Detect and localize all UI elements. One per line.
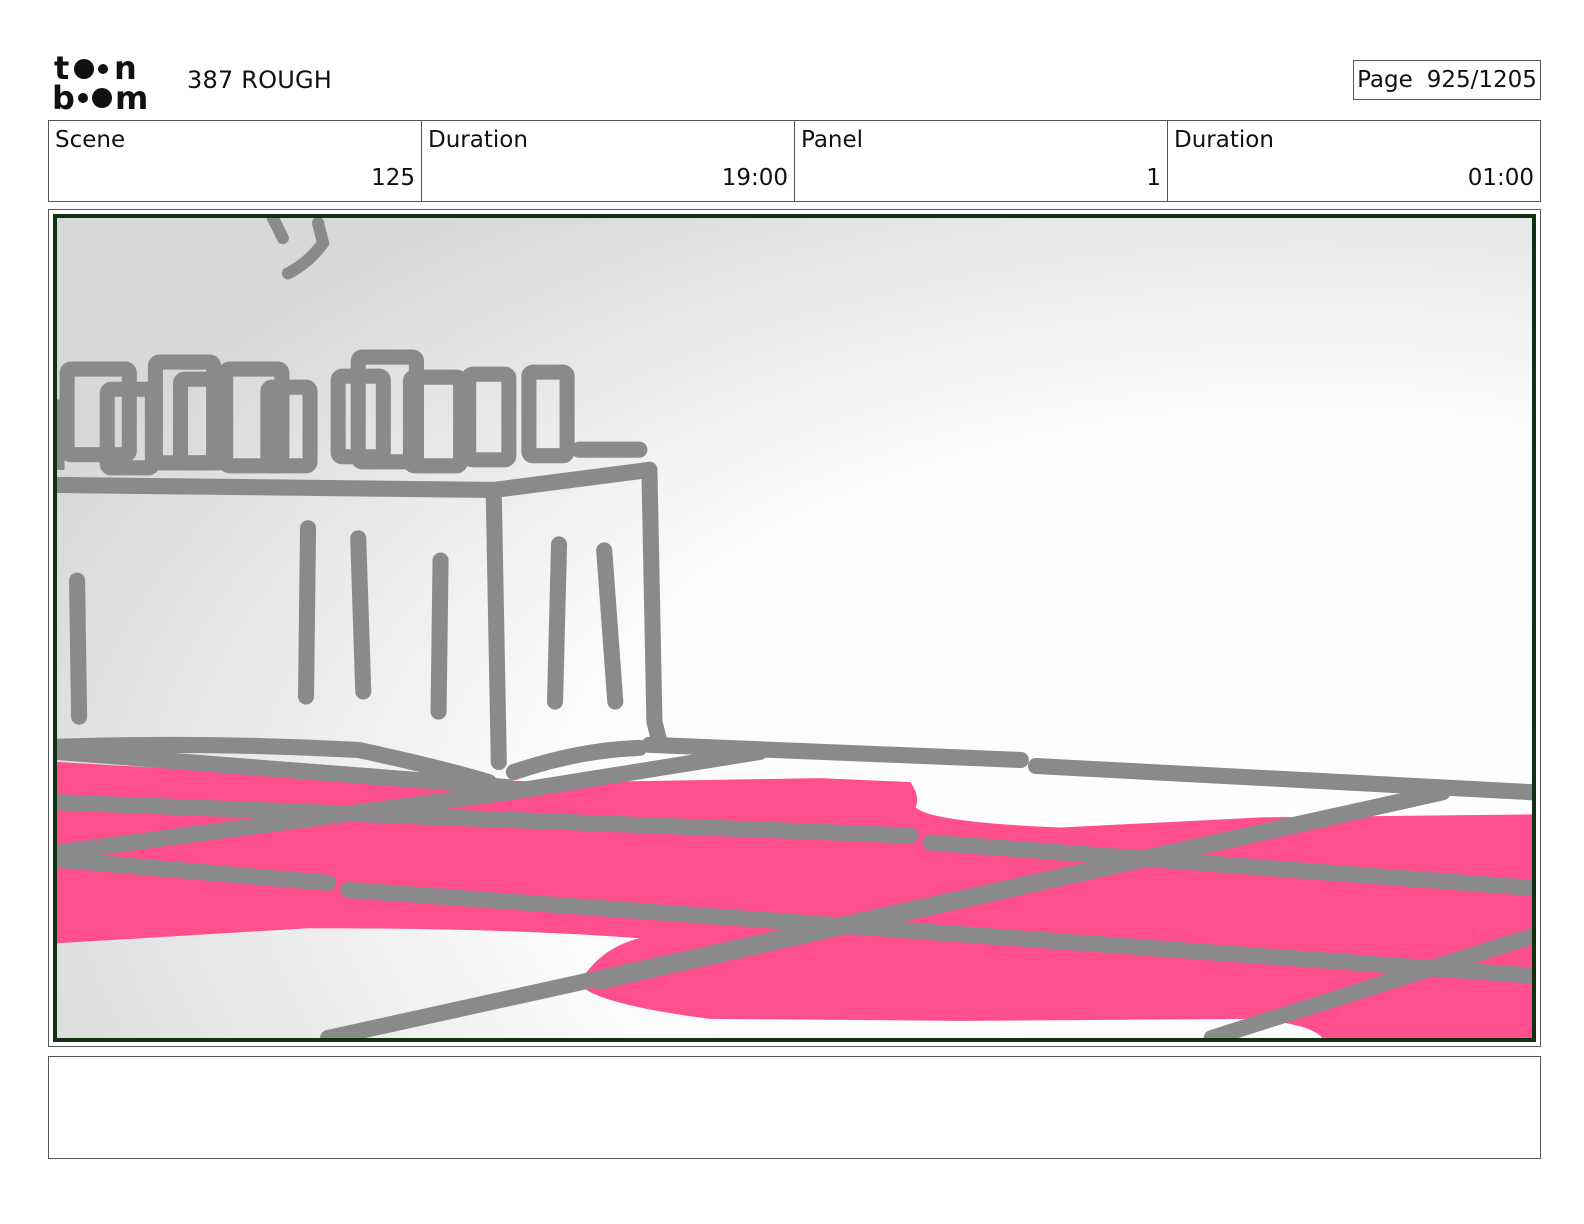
panel-value: 1: [1146, 165, 1161, 191]
panel-sketch: [57, 218, 1532, 1038]
toonboom-logo-mark: t n b m: [52, 49, 148, 117]
scene-duration-value: 19:00: [721, 165, 788, 191]
scene-info-table: Scene 125 Duration 19:00 Panel 1 Duratio…: [48, 120, 1541, 202]
panel-label: Panel: [801, 127, 864, 153]
page-indicator: Page 925/1205: [1353, 60, 1541, 100]
svg-text:m: m: [115, 79, 148, 112]
page-number: 925/1205: [1426, 67, 1537, 93]
panel-duration-cell: Duration 01:00: [1168, 121, 1540, 201]
panel-duration-value: 01:00: [1467, 165, 1534, 191]
scene-label: Scene: [55, 127, 126, 153]
project-title: 387 ROUGH: [187, 66, 333, 94]
scene-cell: Scene 125: [49, 121, 422, 201]
panel-notes-box[interactable]: [48, 1056, 1541, 1159]
svg-text:b: b: [52, 79, 75, 112]
page-label: Page: [1357, 67, 1413, 93]
storyboard-panel[interactable]: [53, 214, 1536, 1042]
panel-duration-label: Duration: [1174, 127, 1274, 153]
storyboard-panel-frame: [48, 209, 1541, 1047]
scene-duration-cell: Duration 19:00: [422, 121, 795, 201]
scene-value: 125: [371, 165, 415, 191]
toonboom-logo: t n b m: [52, 49, 164, 117]
panel-cell: Panel 1: [795, 121, 1168, 201]
scene-duration-label: Duration: [428, 127, 528, 153]
